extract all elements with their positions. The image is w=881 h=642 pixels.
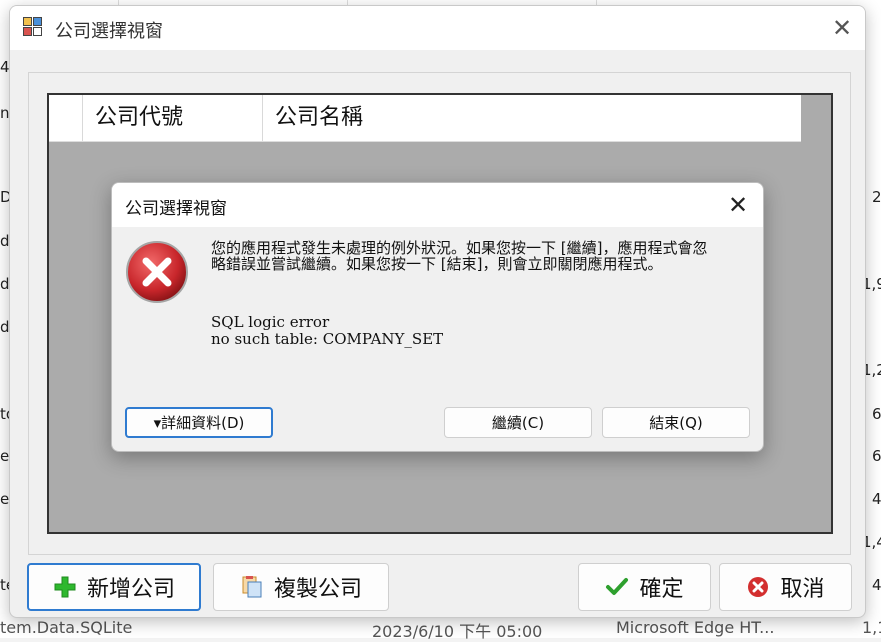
cancel-label: 取消 [780,577,825,602]
close-button[interactable]: ✕ [828,14,856,42]
bg-file-date: 2023/6/10 下午 05:00 [372,622,543,641]
quit-button[interactable]: 結束(Q) [602,407,750,438]
copy-icon [240,575,264,599]
app-icon [23,17,45,37]
error-dialog: 公司選擇視窗 ✕ 您的應用程式發生未處理的例外狀況。如果您按一下 [繼續]，應用… [111,182,764,452]
window-title: 公司選擇視窗 [55,21,163,42]
title-bar: 公司選擇視窗 ✕ [10,6,865,50]
copy-company-label: 複製公司 [273,577,362,602]
cancel-button[interactable]: 取消 [719,563,852,611]
details-button[interactable]: ▾詳細資料(D) [125,407,273,438]
bg-fragment: 4 [872,576,881,594]
add-company-button[interactable]: 新增公司 [27,563,201,611]
error-detail-line2: no such table: COMPANY_SET [211,330,444,348]
bg-file-name: tem.Data.SQLite [0,618,133,637]
cancel-icon [746,575,770,599]
error-dialog-title: 公司選擇視窗 [125,199,227,219]
bg-file-type: Microsoft Edge HT... [616,618,775,637]
bg-fragment: 6 [872,405,881,423]
bg-fragment: 4 [872,490,881,508]
column-header-company-name[interactable]: 公司名稱 [263,95,801,141]
error-detail: SQL logic error no such table: COMPANY_S… [211,314,443,348]
error-title-bar: 公司選擇視窗 ✕ [112,183,763,227]
confirm-button[interactable]: 確定 [578,563,711,611]
column-header-company-code[interactable]: 公司代號 [83,95,263,141]
grid-header: 公司代號 公司名稱 [49,95,801,142]
continue-button[interactable]: 繼續(C) [444,407,592,438]
add-company-label: 新增公司 [86,577,175,602]
bg-fragment: e [0,490,10,508]
copy-company-button[interactable]: 複製公司 [213,563,389,611]
row-header-corner[interactable] [49,95,83,141]
bg-file-size: 1,1 [862,618,881,637]
checkmark-icon [605,575,629,599]
error-message: 您的應用程式發生未處理的例外狀況。如果您按一下 [繼續]，應用程式會忽略錯誤並嘗… [211,239,708,273]
error-close-button[interactable]: ✕ [723,190,753,220]
bg-fragment: e [0,447,10,465]
bg-fragment: 6 [872,447,881,465]
bg-fragment: 2 [872,188,881,206]
error-detail-line1: SQL logic error [211,313,330,331]
confirm-label: 確定 [639,577,684,602]
plus-icon [53,575,77,599]
error-x-icon [125,240,189,304]
